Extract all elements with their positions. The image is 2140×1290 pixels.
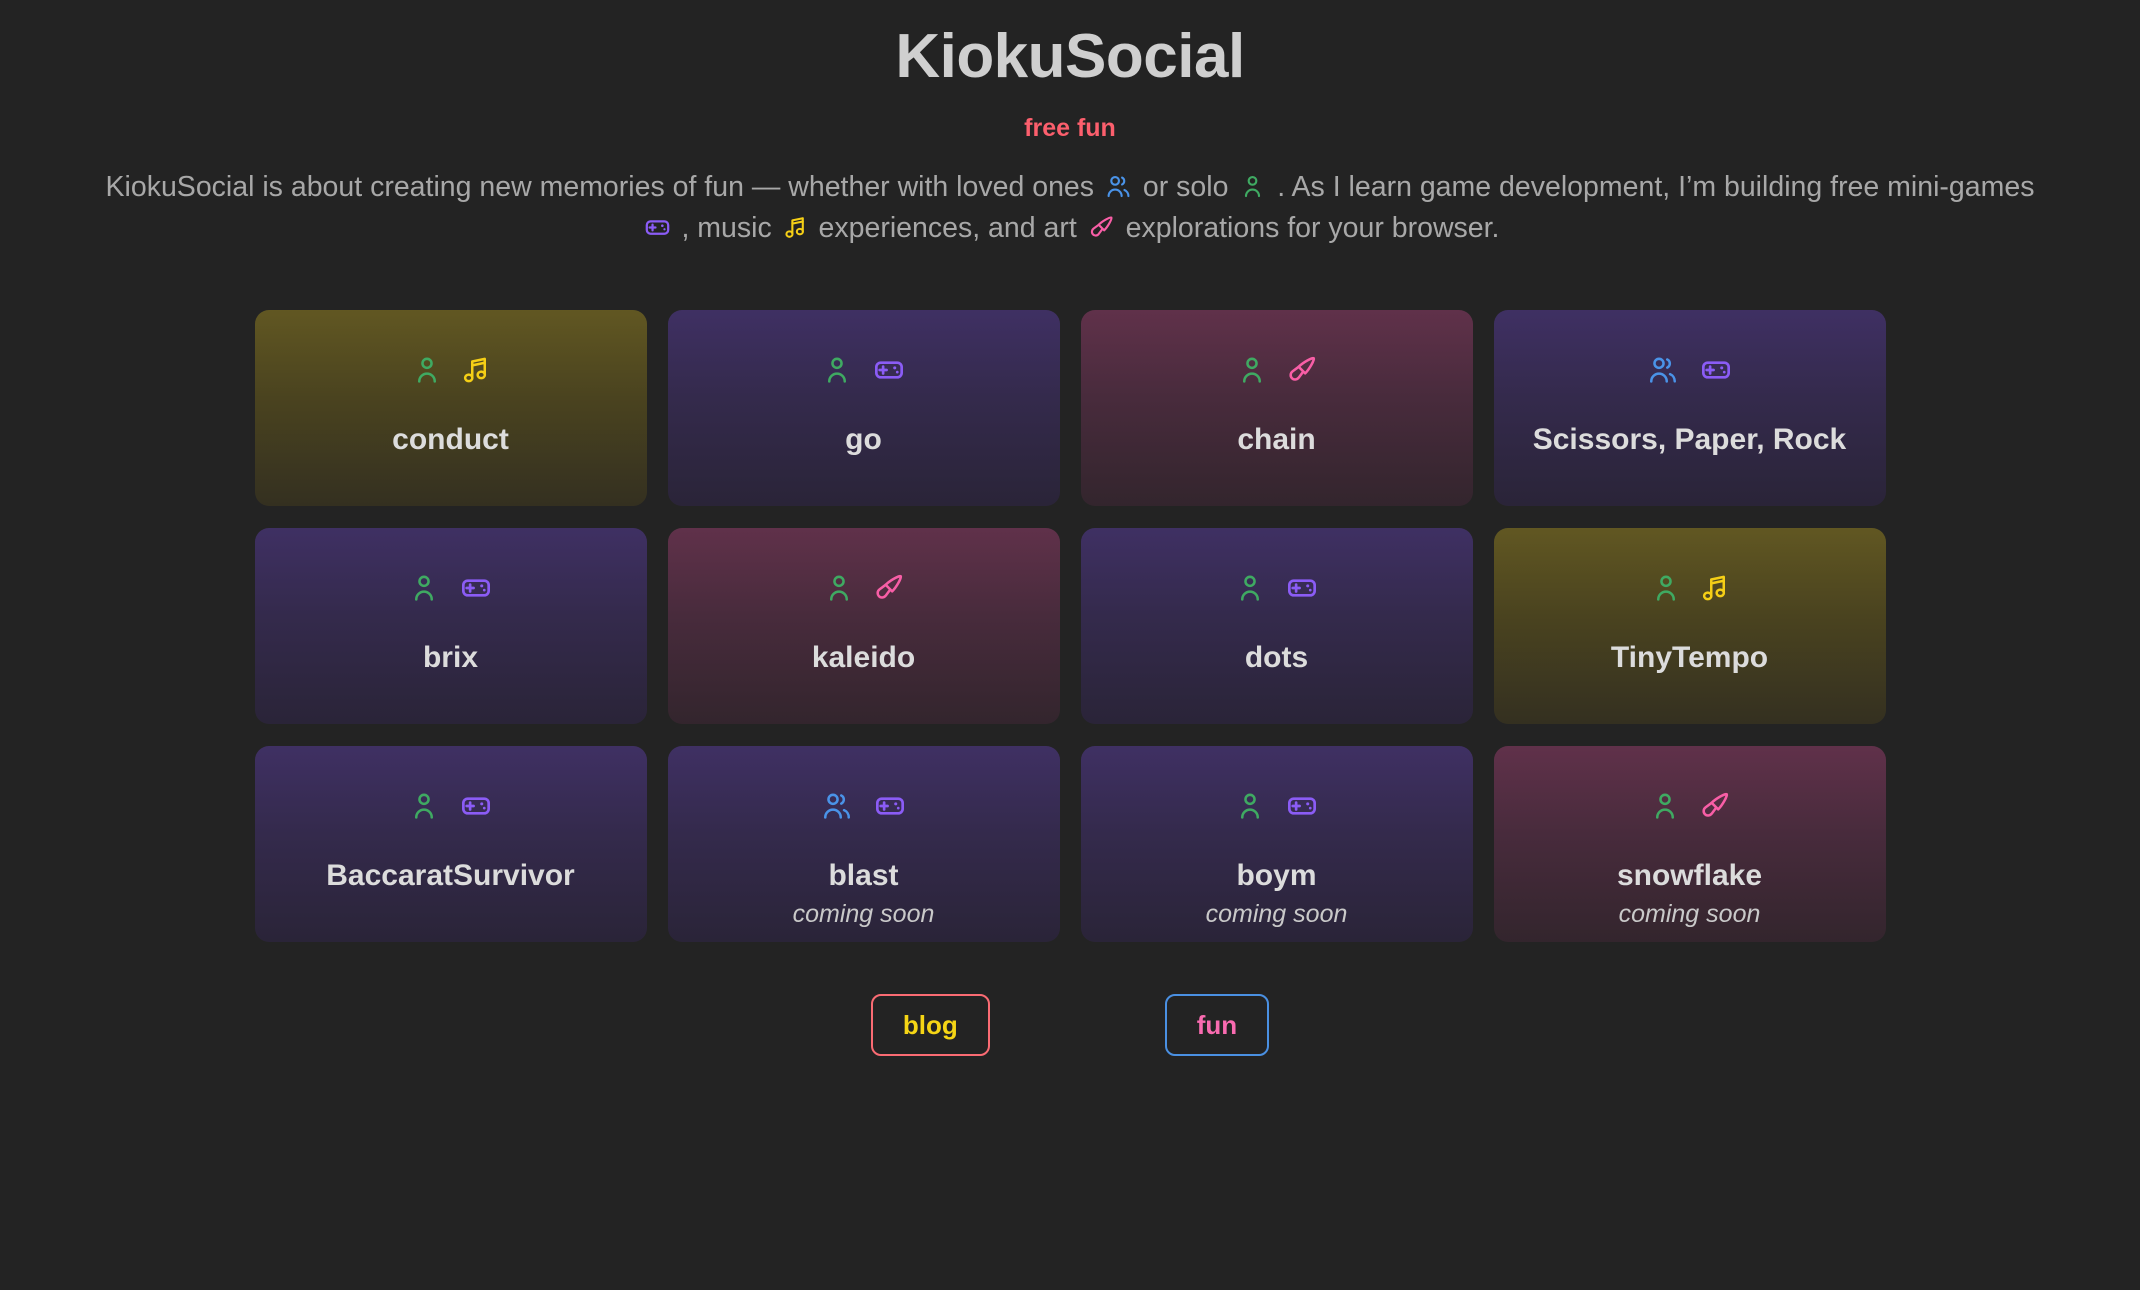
card-title: Scissors, Paper, Rock [1532,423,1847,457]
card-title: BaccaratSurvivor [326,859,575,893]
solo-player-icon [1650,572,1682,609]
card-icon-row [1646,350,1734,394]
page-root: KiokuSocial free fun KiokuSocial is abou… [0,0,2140,1290]
solo-player-icon [408,572,440,609]
game-card[interactable]: chain [1080,310,1473,507]
description-text-3: . As I learn game development, I’m build… [1277,170,2035,203]
gamepad-icon [644,214,671,252]
card-icon-row [820,786,908,830]
game-card[interactable]: blast coming soon [667,746,1060,943]
solo-player-icon [1239,173,1266,211]
game-card[interactable]: conduct [254,310,647,507]
game-card[interactable]: kaleido [667,528,1060,725]
card-title: snowflake [1616,859,1763,893]
card-title: conduct [392,423,509,457]
multiplayer-icon [1105,173,1132,211]
game-card[interactable]: dots [1080,528,1473,725]
description-text-5: experiences, and art [818,212,1077,245]
solo-player-icon [1649,790,1681,827]
solo-player-icon [1236,354,1268,391]
card-icon-row [411,350,491,394]
card-title: blast [828,859,899,893]
card-icon-row [1650,568,1730,612]
music-note-icon [783,214,808,252]
card-icon-row [821,350,907,394]
card-title: kaleido [811,641,916,675]
solo-player-icon [1234,572,1266,609]
gamepad-icon [872,790,908,827]
game-card[interactable]: go [667,310,1060,507]
card-status-badge: coming soon [1618,900,1761,929]
paintbrush-icon [1088,214,1115,252]
card-icon-row [1234,568,1320,612]
gamepad-icon [1698,354,1734,391]
card-title: chain [1237,423,1316,457]
gamepad-icon [458,790,494,827]
footer-actions: blog fun [870,994,1270,1057]
card-icon-row [1234,786,1320,830]
paintbrush-icon [1286,354,1318,391]
card-icon-row [1649,786,1731,830]
game-card[interactable]: BaccaratSurvivor [254,746,647,943]
card-status-badge: coming soon [1205,900,1348,929]
paintbrush-icon [1699,790,1731,827]
solo-player-icon [821,354,853,391]
description-text-4: , music [681,212,772,245]
card-icon-row [408,568,494,612]
gamepad-icon [1284,572,1320,609]
page-title: KiokuSocial [895,22,1245,91]
card-icon-row [408,786,494,830]
gamepad-icon [871,354,907,391]
gamepad-icon [458,572,494,609]
card-title: brix [422,641,479,675]
game-card[interactable]: Scissors, Paper, Rock [1493,310,1886,507]
card-icon-row [1236,350,1318,394]
game-card[interactable]: boym coming soon [1080,746,1473,943]
solo-player-icon [1234,790,1266,827]
solo-player-icon [823,572,855,609]
game-card[interactable]: TinyTempo [1493,528,1886,725]
description-text-2: or solo [1142,170,1229,203]
multiplayer-icon [1646,354,1680,391]
card-icon-row [823,568,905,612]
game-card[interactable]: brix [254,528,647,725]
solo-player-icon [411,354,443,391]
music-note-icon [1700,572,1730,609]
description-text-6: explorations for your browser. [1125,212,1500,245]
fun-button[interactable]: fun [1164,994,1270,1057]
card-title: boym [1236,859,1317,893]
site-description: KiokuSocial is about creating new memori… [105,169,2035,253]
multiplayer-icon [820,790,854,827]
blog-button[interactable]: blog [870,994,990,1057]
game-card-grid: conduct go chain Scissors, Paper, Rock b… [254,310,1886,943]
paintbrush-icon [873,572,905,609]
card-title: dots [1244,641,1309,675]
card-title: go [845,423,882,457]
game-card[interactable]: snowflake coming soon [1493,746,1886,943]
card-title: TinyTempo [1610,641,1769,675]
description-text-1: KiokuSocial is about creating new memori… [105,170,1095,203]
solo-player-icon [408,790,440,827]
gamepad-icon [1284,790,1320,827]
card-status-badge: coming soon [792,900,935,929]
tagline: free fun [1024,113,1116,142]
music-note-icon [461,354,491,391]
